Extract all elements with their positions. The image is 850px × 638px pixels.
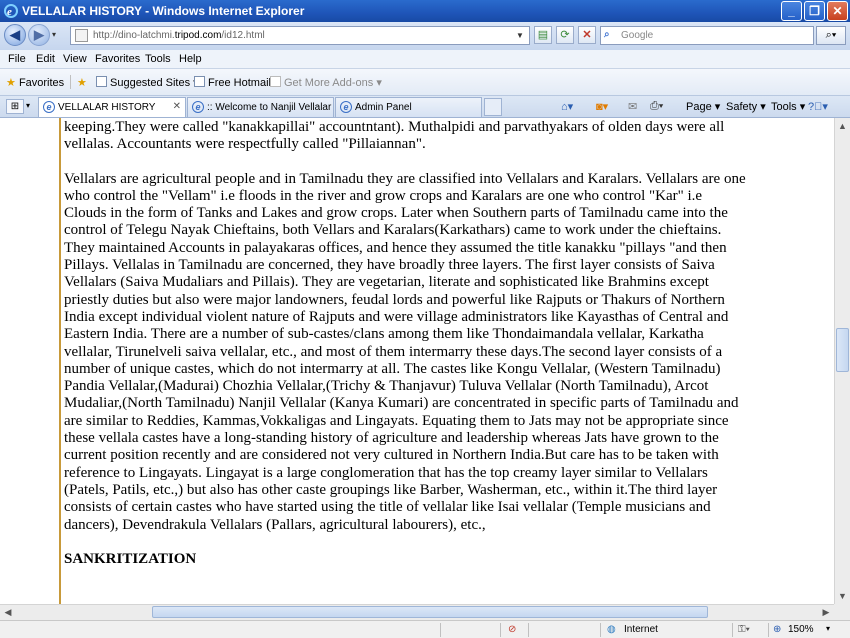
scroll-right-arrow-icon[interactable]: ▶: [818, 605, 834, 620]
feeds-icon[interactable]: ◙▾: [596, 100, 608, 113]
back-button[interactable]: ◀: [4, 24, 26, 46]
menu-favorites[interactable]: Favorites: [95, 53, 140, 65]
tab-admin-panel[interactable]: e Admin Panel: [335, 97, 482, 117]
zoom-icon: ⊕: [773, 624, 782, 635]
zoom-level[interactable]: 150%: [788, 624, 814, 635]
close-tab-icon[interactable]: ✕: [173, 101, 181, 112]
horizontal-scroll-thumb[interactable]: [152, 606, 708, 618]
favorites-button[interactable]: ★ Favorites: [6, 76, 64, 89]
menu-edit[interactable]: Edit: [36, 53, 55, 65]
page-menu[interactable]: Page ▾: [686, 100, 720, 113]
quick-tabs-icon[interactable]: ⊞: [6, 99, 24, 114]
suggested-sites-icon: [96, 76, 107, 87]
tab-vellalar-history[interactable]: e VELLALAR HISTORY ✕: [38, 97, 186, 117]
search-provider-icon: ⌕: [604, 29, 610, 40]
safety-menu[interactable]: Safety ▾: [726, 100, 766, 113]
free-hotmail-link[interactable]: Free Hotmail: [194, 76, 271, 89]
search-box[interactable]: ⌕ Google: [600, 26, 814, 45]
tab-ie-icon: e: [340, 101, 352, 113]
print-icon[interactable]: ⎙▾: [650, 100, 663, 113]
scroll-left-arrow-icon[interactable]: ◀: [0, 605, 16, 620]
read-mail-icon[interactable]: ✉: [628, 100, 637, 113]
tab-list-dropdown-icon[interactable]: ▾: [26, 101, 30, 110]
navigation-bar: ◀ ▶ ▾ http://dino-latchmi.tripod.com/id1…: [0, 22, 850, 50]
paragraph-accountants: keeping.They were called "kanakkapillai"…: [64, 119, 725, 153]
internet-zone-icon: ◍: [607, 624, 616, 635]
left-border-rule: [59, 118, 61, 604]
page-favicon-icon: [75, 29, 88, 42]
tab-nanjil-vellalar[interactable]: e :: Welcome to Nanjil Vellalar ...: [187, 97, 334, 117]
popup-blocked-icon[interactable]: ⊘: [508, 624, 516, 635]
addons-icon: [270, 76, 281, 87]
suggested-sites-link[interactable]: Suggested Sites ▾: [96, 76, 199, 89]
tools-menu[interactable]: Tools ▾: [771, 100, 805, 113]
maximize-button[interactable]: ❐: [804, 1, 825, 21]
scroll-down-arrow-icon[interactable]: ▼: [835, 588, 850, 604]
tab-ie-icon: e: [192, 101, 204, 113]
ie-logo-icon: e: [4, 4, 18, 18]
hotmail-icon: [194, 76, 205, 87]
vertical-scrollbar[interactable]: ▲ ▼: [834, 118, 850, 604]
section-heading: SANKRITIZATION: [64, 550, 197, 567]
add-to-favorites-icon[interactable]: ★: [77, 76, 87, 89]
menu-view[interactable]: View: [63, 53, 87, 65]
minimize-button[interactable]: _: [781, 1, 802, 21]
search-button[interactable]: ⌕▾: [816, 26, 846, 45]
scroll-up-arrow-icon[interactable]: ▲: [835, 118, 850, 134]
stop-icon[interactable]: ✕: [578, 26, 596, 44]
star-icon: ★: [6, 77, 16, 89]
horizontal-scrollbar[interactable]: ◀ ▶: [0, 604, 834, 620]
browser-window: e VELLALAR HISTORY - Windows Internet Ex…: [0, 0, 850, 638]
url-text[interactable]: http://dino-latchmi.tripod.com/id12.html: [93, 30, 265, 41]
recent-pages-dropdown-icon[interactable]: ▾: [52, 30, 56, 39]
close-window-button[interactable]: ✕: [827, 1, 848, 21]
vertical-scroll-thumb[interactable]: [836, 328, 849, 372]
menu-tools[interactable]: Tools: [145, 53, 171, 65]
security-zone-label: Internet: [624, 624, 658, 635]
address-bar[interactable]: http://dino-latchmi.tripod.com/id12.html…: [70, 26, 530, 45]
help-icon[interactable]: ?⃝▾: [808, 100, 828, 113]
article-body: keeping.They were called "kanakkapillai"…: [64, 119, 748, 568]
search-input[interactable]: Google: [621, 30, 653, 41]
title-bar: e VELLALAR HISTORY - Windows Internet Ex…: [0, 0, 850, 22]
menu-file[interactable]: File: [8, 53, 26, 65]
menu-help[interactable]: Help: [179, 53, 202, 65]
paragraph-vellalars: Vellalars are agricultural people and in…: [64, 170, 746, 533]
zoom-dropdown-icon[interactable]: ▾: [826, 624, 830, 633]
favorites-bar: ★ Favorites ★ Suggested Sites ▾ Free Hot…: [0, 69, 850, 96]
forward-button[interactable]: ▶: [28, 24, 50, 46]
address-dropdown-icon[interactable]: ▼: [513, 28, 527, 43]
get-more-addons-link[interactable]: Get More Add-ons ▾: [270, 76, 382, 89]
menu-bar: File Edit View Favorites Tools Help: [0, 50, 850, 69]
window-title: VELLALAR HISTORY - Windows Internet Expl…: [22, 4, 305, 18]
tab-ie-icon: e: [43, 101, 55, 113]
new-tab-button[interactable]: [484, 98, 502, 116]
scrollbar-corner: [834, 604, 850, 620]
tab-bar: ⊞ ▾ e VELLALAR HISTORY ✕ e :: Welcome to…: [0, 96, 850, 118]
refresh-icon[interactable]: ⟳: [556, 26, 574, 44]
protected-mode-icon[interactable]: ⚿▾: [738, 624, 750, 635]
home-icon[interactable]: ⌂▾: [561, 100, 573, 113]
status-bar: ⊘ ◍ Internet ⚿▾ ⊕ 150% ▾: [0, 620, 850, 638]
page-content: keeping.They were called "kanakkapillai"…: [0, 118, 834, 604]
compatibility-view-icon[interactable]: ▤: [534, 26, 552, 44]
svg-text:e: e: [7, 6, 12, 18]
